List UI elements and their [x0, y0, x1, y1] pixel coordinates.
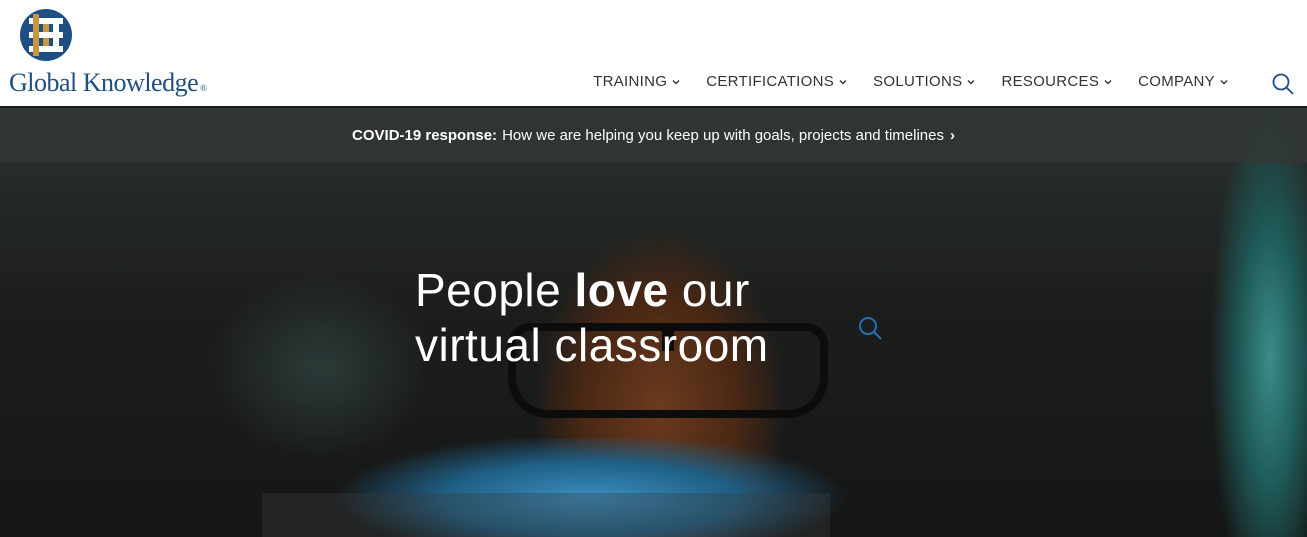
- nav-item-company[interactable]: COMPANY: [1138, 73, 1229, 90]
- main-nav: TRAINING CERTIFICATIONS SOLUTIONS RESOUR…: [593, 73, 1229, 90]
- nav-item-label: SOLUTIONS: [873, 73, 963, 90]
- nav-item-label: RESOURCES: [1001, 73, 1100, 90]
- global-knowledge-logo[interactable]: Global Knowledge ®: [9, 8, 219, 100]
- hero-headline: People love our virtual classroom: [415, 263, 769, 373]
- headline-line-1: People love our: [415, 264, 750, 316]
- covid-bold-label: COVID-19 response:: [352, 127, 498, 144]
- hero-banner: COVID-19 response: How we are helping yo…: [0, 108, 1307, 537]
- site-header: Global Knowledge ® TRAINING CERTIFICATION…: [0, 0, 1307, 108]
- nav-item-resources[interactable]: RESOURCES: [1001, 73, 1113, 90]
- nav-item-certifications[interactable]: CERTIFICATIONS: [706, 73, 848, 90]
- covid-text: How we are helping you keep up with goal…: [502, 127, 944, 144]
- headline-line-2: virtual classroom: [415, 319, 769, 371]
- chevron-down-icon: [1104, 79, 1112, 84]
- nav-item-label: CERTIFICATIONS: [706, 73, 835, 90]
- search-icon[interactable]: [1271, 72, 1295, 96]
- nav-item-label: TRAINING: [593, 73, 668, 90]
- nav-item-solutions[interactable]: SOLUTIONS: [873, 73, 976, 90]
- chevron-down-icon: [967, 79, 975, 84]
- chevron-right-icon: ›: [949, 127, 955, 144]
- covid-response-link[interactable]: COVID-19 response: How we are helping yo…: [0, 108, 1307, 163]
- chevron-down-icon: [839, 79, 847, 84]
- logo-wordmark: Global Knowledge ®: [9, 68, 207, 97]
- hero-image-band: [262, 493, 830, 537]
- chevron-down-icon: [1220, 79, 1228, 84]
- chevron-down-icon: [672, 79, 680, 84]
- search-icon: [859, 317, 882, 340]
- nav-item-label: COMPANY: [1138, 73, 1215, 90]
- logo-globe-icon: [20, 9, 72, 61]
- nav-item-training[interactable]: TRAINING: [593, 73, 681, 90]
